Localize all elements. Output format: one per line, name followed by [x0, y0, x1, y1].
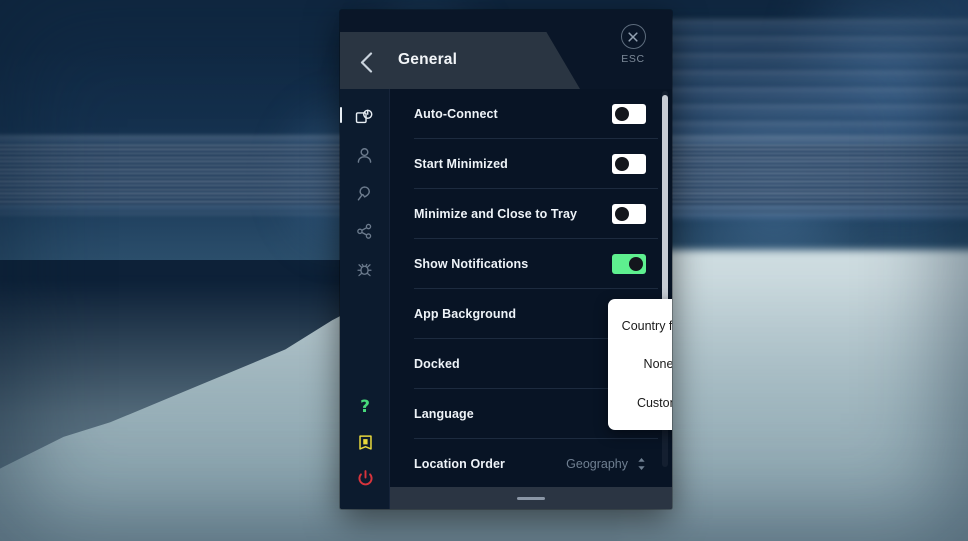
toggle-knob [629, 257, 643, 271]
setting-label: Location Order [414, 457, 505, 471]
setting-control [612, 254, 646, 274]
sidebar-item-debug[interactable] [340, 253, 390, 285]
toggle-show-notifications[interactable] [612, 254, 646, 274]
exit-door-icon [358, 434, 372, 450]
setting-row-show-notifications[interactable]: Show Notifications [390, 239, 672, 289]
close-button[interactable]: ESC [611, 24, 655, 65]
bug-icon [357, 263, 372, 276]
page-title: General [398, 51, 458, 68]
sidebar: ? [340, 89, 390, 509]
sidebar-item-location[interactable] [340, 177, 390, 209]
chevron-left-icon[interactable] [352, 50, 380, 74]
dropdown-option-none[interactable]: None [608, 345, 672, 383]
sidebar-item-share[interactable] [340, 215, 390, 247]
window-bottom-bar [390, 487, 672, 509]
setting-label: Docked [414, 357, 460, 371]
setting-control [612, 204, 646, 224]
help-question-icon: ? [360, 397, 370, 416]
chevron-updown-icon [637, 457, 646, 471]
setting-label: App Background [414, 307, 517, 321]
general-settings-icon [355, 109, 373, 123]
sidebar-bottom-group: ? [340, 393, 390, 491]
account-person-icon [357, 147, 372, 163]
setting-control: Geography [566, 457, 646, 471]
sidebar-item-exit[interactable] [348, 429, 382, 455]
select-location-order[interactable]: Geography [566, 457, 646, 471]
toggle-knob [615, 157, 629, 171]
setting-row-start-minimized[interactable]: Start Minimized [390, 139, 672, 189]
select-value: Geography [566, 457, 628, 471]
toggle-minimize-close-tray[interactable] [612, 204, 646, 224]
sidebar-item-power[interactable] [348, 465, 382, 491]
toggle-knob [615, 107, 629, 121]
toggle-auto-connect[interactable] [612, 104, 646, 124]
esc-label: ESC [621, 53, 645, 65]
resize-drag-handle[interactable] [517, 496, 545, 500]
settings-window: General ESC ? Auto-Connect Start Minimiz… [340, 10, 672, 509]
setting-row-minimize-close-tray[interactable]: Minimize and Close to Tray [390, 189, 672, 239]
app-background-dropdown[interactable]: Country flags None Custom [608, 299, 672, 430]
setting-control [612, 104, 646, 124]
setting-control [612, 154, 646, 174]
window-body: ? Auto-Connect Start Minimized Minimize … [340, 89, 672, 509]
close-icon[interactable] [620, 24, 646, 49]
sidebar-item-general[interactable] [340, 101, 390, 133]
setting-label: Show Notifications [414, 257, 529, 271]
share-network-icon [357, 223, 372, 239]
sidebar-item-account[interactable] [340, 139, 390, 171]
setting-row-auto-connect[interactable]: Auto-Connect [390, 89, 672, 139]
setting-label: Start Minimized [414, 157, 508, 171]
dropdown-option-custom[interactable]: Custom [608, 384, 672, 422]
toggle-start-minimized[interactable] [612, 154, 646, 174]
toggle-knob [615, 207, 629, 221]
setting-label: Minimize and Close to Tray [414, 207, 578, 221]
svg-text:?: ? [360, 397, 370, 416]
window-header: General ESC [340, 10, 672, 89]
power-icon [357, 469, 373, 485]
location-pin-icon [357, 185, 370, 200]
sidebar-item-help[interactable]: ? [348, 393, 382, 419]
dropdown-option-country-flags[interactable]: Country flags [608, 307, 672, 345]
setting-row-location-order[interactable]: Location Order Geography [390, 439, 672, 489]
settings-content: Auto-Connect Start Minimized Minimize an… [390, 89, 672, 509]
setting-label: Language [414, 407, 474, 421]
setting-label: Auto-Connect [414, 107, 498, 121]
